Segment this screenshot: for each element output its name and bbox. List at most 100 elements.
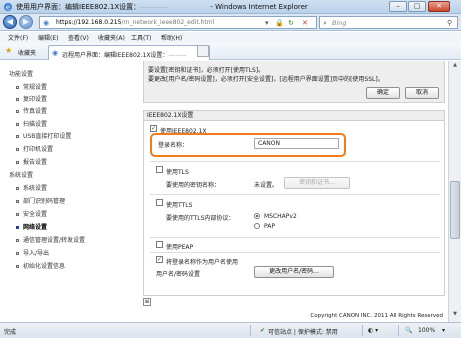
forward-button[interactable]: ▶ bbox=[19, 15, 33, 29]
dropdown-icon[interactable]: ▾ bbox=[265, 18, 269, 28]
divider bbox=[362, 325, 363, 336]
stop-icon[interactable]: ✕ bbox=[302, 18, 308, 28]
sidebar-item-copy[interactable]: 复印设置 bbox=[16, 94, 47, 103]
maximize-button[interactable]: ▢ bbox=[408, 1, 426, 12]
change-userpass-button[interactable]: 更改用户名/密码... bbox=[254, 266, 334, 278]
search-provider-icon: ⌕ bbox=[323, 19, 327, 27]
sidebar-item-security[interactable]: 安全设置 bbox=[16, 209, 47, 218]
mschapv2-radio[interactable] bbox=[254, 213, 260, 219]
favorites-star-icon[interactable]: ★ bbox=[5, 46, 12, 55]
bullet-icon bbox=[16, 110, 19, 113]
ieee-form: ✓ 使用IEEE802.1X 登录名称： CANON 使用TLS 要使用的密钥名… bbox=[143, 121, 445, 296]
use-ttls-checkbox[interactable] bbox=[156, 199, 163, 206]
security-icon[interactable]: ◐ ▾ bbox=[368, 327, 378, 334]
search-input[interactable]: Bing bbox=[332, 19, 347, 27]
sidebar-item-report[interactable]: 报告设置 bbox=[16, 157, 47, 166]
navigation-bar: ◀ ▶ ◉ https://192.168.0.215/rn_network_i… bbox=[0, 14, 461, 31]
tab-title: 远程用户界面：编辑IEEE802.1X设置：——— bbox=[62, 52, 187, 59]
sidebar-heading-system: 系统设置 bbox=[9, 172, 34, 179]
sidebar-item-general[interactable]: 常规设置 bbox=[16, 82, 47, 91]
sidebar-item-printer[interactable]: 打印机设置 bbox=[16, 144, 53, 153]
notes-box: 要设置[密钥和证书]，必须打开[使用TLS]。 要更改[用户名/密码设置]，必须… bbox=[143, 61, 445, 103]
search-box[interactable]: ⌕ Bing ⚲ bbox=[319, 16, 458, 29]
ok-button[interactable]: 确定 bbox=[366, 87, 400, 99]
bullet-icon bbox=[16, 213, 19, 216]
menu-tools[interactable]: 工具(T) bbox=[131, 33, 151, 42]
cancel-button[interactable]: 取消 bbox=[405, 87, 439, 99]
main-panel: 要设置[密钥和证书]，必须打开[使用TLS]。 要更改[用户名/密码设置]，必须… bbox=[143, 61, 446, 322]
address-url: https://192.168.0.215/rn_network_ieee802… bbox=[56, 19, 215, 26]
use-login-as-user-checkbox[interactable]: ✓ bbox=[156, 256, 163, 263]
sidebar-item-scan[interactable]: 扫描设置 bbox=[16, 119, 47, 128]
status-text: 完成 bbox=[4, 329, 17, 336]
mschapv2-label: MSCHAPv2 bbox=[264, 213, 297, 220]
sidebar: 功能设置 常规设置 复印设置 传真设置 扫描设置 USB直接打印设置 打印机设置… bbox=[0, 61, 140, 322]
bullet-icon bbox=[16, 265, 19, 268]
trusted-site-icon: ✔ bbox=[260, 327, 266, 334]
menu-favorites[interactable]: 收藏夹(A) bbox=[98, 33, 125, 42]
sidebar-heading-function: 功能设置 bbox=[9, 71, 34, 78]
divider bbox=[150, 161, 440, 162]
zone-text[interactable]: 可信站点 | 保护模式: 禁用 bbox=[268, 327, 338, 336]
svg-text:e: e bbox=[6, 4, 10, 12]
sidebar-item-network[interactable]: 网络设置 bbox=[16, 222, 47, 231]
zoom-dropdown-icon[interactable]: ▾ bbox=[442, 327, 445, 334]
copyright: Copyright CANON INC. 2011 All Rights Res… bbox=[310, 313, 443, 319]
ie-icon: e bbox=[4, 3, 12, 12]
use-tls-label: 使用TLS bbox=[166, 169, 189, 176]
login-name-input[interactable]: CANON bbox=[254, 138, 339, 149]
zoom-icon[interactable]: 🔍 bbox=[405, 327, 412, 334]
use-login-as-user-label: 将登录名称作为用户名使用 bbox=[166, 259, 239, 266]
close-button[interactable]: ✕ bbox=[428, 1, 450, 12]
use-peap-label: 使用PEAP bbox=[166, 244, 194, 251]
scroll-up-icon[interactable]: ▲ bbox=[450, 62, 460, 71]
use-ieee-checkbox[interactable]: ✓ bbox=[150, 125, 157, 132]
menu-view[interactable]: 查看(V) bbox=[68, 33, 89, 42]
sidebar-item-department[interactable]: 部门识别码管理 bbox=[16, 196, 65, 205]
vertical-scrollbar[interactable]: ▲ ▼ bbox=[448, 61, 461, 322]
tab-page-icon: ◉ bbox=[52, 49, 59, 57]
back-button[interactable]: ◀ bbox=[3, 15, 17, 29]
bullet-icon bbox=[16, 239, 19, 242]
pap-label: PAP bbox=[264, 223, 275, 230]
favorites-bar: ★ 收藏夹 ◉ 远程用户界面：编辑IEEE802.1X设置：——— bbox=[0, 43, 461, 60]
use-peap-checkbox[interactable] bbox=[156, 241, 163, 248]
bullet-icon bbox=[16, 86, 19, 89]
key-certificate-button[interactable]: 密钥和证书... bbox=[284, 177, 350, 189]
zoom-level[interactable]: 100% bbox=[418, 327, 435, 334]
search-icon[interactable]: ⚲ bbox=[447, 18, 452, 28]
pap-radio[interactable] bbox=[254, 223, 260, 229]
tls-key-value: 未设置。 bbox=[254, 182, 279, 189]
favorites-label[interactable]: 收藏夹 bbox=[18, 48, 36, 57]
note-line-2: 要更改[用户名/密码设置]，必须打开[安全设置]，[远程用户界面设置]页中的[使… bbox=[148, 76, 384, 83]
menu-edit[interactable]: 编辑(E) bbox=[38, 33, 58, 42]
title-bar: e 使用用户界面：编辑IEEE802.1X设置：———— - Windows I… bbox=[0, 0, 461, 14]
sidebar-item-system[interactable]: 系统设置 bbox=[16, 183, 47, 192]
bullet-icon bbox=[16, 148, 19, 151]
browser-tab[interactable]: ◉ 远程用户界面：编辑IEEE802.1X设置：——— bbox=[48, 45, 210, 60]
ttls-protocol-label: 要使用的TTLS内部协议： bbox=[166, 215, 235, 222]
new-tab-button[interactable] bbox=[197, 45, 209, 57]
sidebar-item-communication[interactable]: 通信管理设置/转发设置 bbox=[16, 235, 85, 244]
use-tls-checkbox[interactable] bbox=[156, 166, 163, 173]
minimize-button[interactable]: – bbox=[389, 1, 407, 12]
menu-help[interactable]: 帮助(H) bbox=[161, 33, 182, 42]
divider bbox=[150, 194, 440, 195]
address-bar[interactable]: ◉ https://192.168.0.215/rn_network_ieee8… bbox=[39, 16, 317, 29]
bullet-icon bbox=[16, 123, 19, 126]
sidebar-item-fax[interactable]: 传真设置 bbox=[16, 106, 47, 115]
scroll-down-icon[interactable]: ▼ bbox=[450, 311, 460, 320]
bullet-icon bbox=[16, 187, 19, 190]
bullet-icon bbox=[16, 200, 19, 203]
sidebar-item-usb[interactable]: USB直接打印设置 bbox=[16, 131, 71, 140]
page-top-icon[interactable]: ≡ bbox=[143, 298, 151, 306]
sidebar-item-initialize[interactable]: 初始化设置信息 bbox=[16, 261, 65, 270]
lock-icon[interactable]: 🔒 bbox=[275, 18, 284, 28]
menu-file[interactable]: 文件(F) bbox=[8, 33, 28, 42]
tls-key-label: 要使用的密钥名称： bbox=[166, 182, 221, 189]
scroll-thumb[interactable] bbox=[450, 181, 460, 239]
sidebar-item-import-export[interactable]: 导入/导出 bbox=[16, 248, 49, 257]
divider bbox=[398, 325, 399, 336]
bullet-icon bbox=[16, 161, 19, 164]
refresh-icon[interactable]: ↻ bbox=[288, 18, 294, 28]
